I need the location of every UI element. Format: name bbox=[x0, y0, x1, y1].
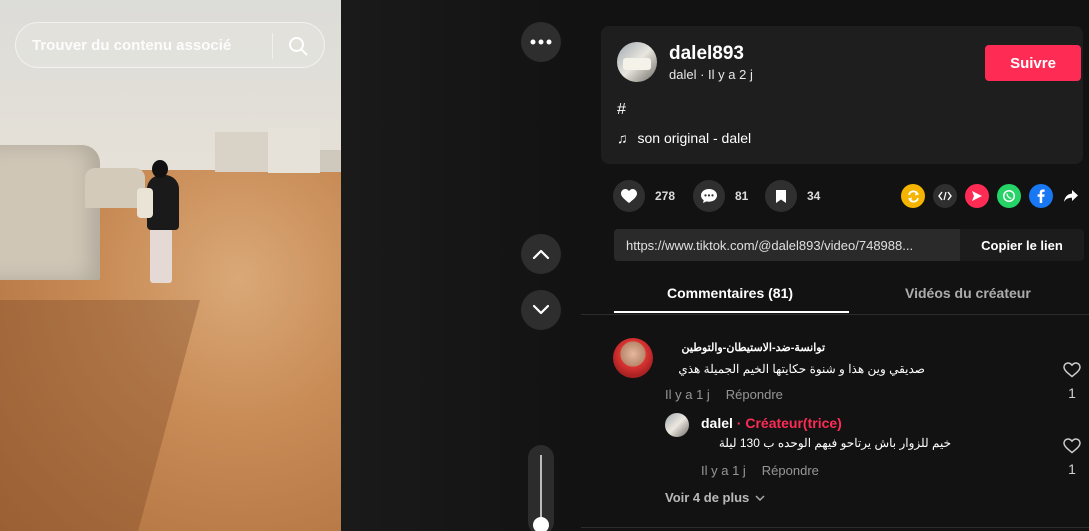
tab-comments[interactable]: Commentaires (81) bbox=[667, 285, 793, 301]
divider bbox=[581, 314, 1089, 315]
reply-author-name[interactable]: dalel bbox=[701, 415, 733, 431]
avatar[interactable] bbox=[617, 42, 657, 82]
video-tent bbox=[0, 145, 100, 280]
search-icon[interactable] bbox=[288, 36, 308, 56]
reply-like-count: 1 bbox=[1068, 461, 1076, 477]
volume-handle[interactable] bbox=[533, 517, 549, 531]
username[interactable]: dalel893 bbox=[669, 43, 744, 65]
send-icon[interactable] bbox=[965, 184, 989, 208]
active-tab-indicator bbox=[614, 311, 849, 313]
facebook-icon[interactable] bbox=[1029, 184, 1053, 208]
chevron-down-icon bbox=[532, 304, 550, 315]
divider bbox=[581, 527, 1089, 528]
reply-author[interactable]: dalel · Créateur(trice) bbox=[701, 415, 842, 431]
reply-button[interactable]: Répondre bbox=[726, 387, 783, 402]
like-action[interactable]: 278 bbox=[613, 180, 675, 212]
heart-outline-icon[interactable] bbox=[1063, 438, 1081, 454]
whatsapp-icon[interactable] bbox=[997, 184, 1021, 208]
video-person bbox=[150, 228, 172, 283]
search-input[interactable]: Trouver du contenu associé bbox=[32, 37, 231, 54]
details-panel: dalel893 dalel · Il y a 2 j Suivre # ♫ s… bbox=[581, 0, 1089, 531]
video-person bbox=[137, 188, 153, 218]
comment-count: 81 bbox=[735, 189, 749, 203]
copy-link-button[interactable]: Copier le lien bbox=[960, 229, 1084, 261]
comment-like[interactable]: 1 bbox=[1061, 362, 1083, 401]
nickname: dalel bbox=[669, 67, 697, 82]
save-count: 34 bbox=[807, 189, 821, 203]
tab-bar: Commentaires (81) Vidéos du créateur bbox=[614, 272, 1084, 313]
comment-icon[interactable] bbox=[693, 180, 725, 212]
chevron-down-icon bbox=[755, 494, 765, 501]
related-content-search[interactable]: Trouver du contenu associé bbox=[15, 22, 325, 68]
post-caption[interactable]: # bbox=[617, 101, 626, 119]
next-video-button[interactable] bbox=[521, 290, 561, 330]
meta-separator: · bbox=[700, 67, 709, 82]
heart-outline-icon[interactable] bbox=[1063, 362, 1081, 378]
video-person bbox=[152, 160, 168, 178]
avatar[interactable] bbox=[613, 338, 653, 378]
reply-text: خيم للزوار باش يرتاحو فيهم الوحده ب 130 … bbox=[718, 436, 951, 450]
reply-button[interactable]: Répondre bbox=[762, 463, 819, 478]
video-building bbox=[268, 128, 320, 173]
share-arrow-icon[interactable] bbox=[1059, 184, 1083, 208]
video-link-box: https://www.tiktok.com/@dalel893/video/7… bbox=[614, 229, 1084, 261]
avatar[interactable] bbox=[665, 413, 689, 437]
video-url[interactable]: https://www.tiktok.com/@dalel893/video/7… bbox=[626, 238, 960, 253]
comment-meta: Il y a 1 j Répondre bbox=[665, 387, 783, 402]
bookmark-icon[interactable] bbox=[765, 180, 797, 212]
reply-meta: Il y a 1 j Répondre bbox=[701, 463, 819, 478]
repost-icon[interactable] bbox=[901, 184, 925, 208]
reply-time: Il y a 1 j bbox=[701, 463, 746, 478]
chevron-up-icon bbox=[532, 249, 550, 260]
volume-slider[interactable] bbox=[528, 445, 554, 531]
see-more-replies-button[interactable]: Voir 4 de plus bbox=[665, 490, 765, 505]
like-count: 278 bbox=[655, 189, 676, 203]
video-building bbox=[215, 132, 270, 172]
comment-action[interactable]: 81 bbox=[693, 180, 748, 212]
more-options-button[interactable] bbox=[521, 22, 561, 62]
follow-button[interactable]: Suivre bbox=[985, 45, 1081, 81]
embed-icon[interactable] bbox=[933, 184, 957, 208]
search-divider bbox=[272, 33, 273, 59]
previous-video-button[interactable] bbox=[521, 234, 561, 274]
tab-creator-videos[interactable]: Vidéos du créateur bbox=[905, 285, 1031, 301]
video-controls bbox=[341, 0, 581, 531]
post-info-card: dalel893 dalel · Il y a 2 j Suivre # ♫ s… bbox=[601, 26, 1083, 164]
save-action[interactable]: 34 bbox=[765, 180, 820, 212]
comment-like-count: 1 bbox=[1068, 385, 1076, 401]
reply-like[interactable]: 1 bbox=[1061, 438, 1083, 477]
comment-time: Il y a 1 j bbox=[665, 387, 710, 402]
comment-text: صديقي وين هذا و شنوة حكايتها الخيم الجمي… bbox=[678, 362, 925, 376]
more-icon bbox=[530, 39, 552, 45]
video-tent bbox=[85, 168, 145, 208]
music-note-icon: ♫ bbox=[617, 130, 628, 146]
post-time: Il y a 2 j bbox=[708, 67, 753, 82]
video-player[interactable]: Trouver du contenu associé bbox=[0, 0, 341, 531]
creator-badge: · Créateur(trice) bbox=[736, 415, 842, 431]
post-meta: dalel · Il y a 2 j bbox=[669, 67, 753, 82]
video-building bbox=[320, 150, 341, 172]
music-title[interactable]: son original - dalel bbox=[638, 130, 752, 146]
see-more-label[interactable]: Voir 4 de plus bbox=[665, 490, 749, 505]
heart-icon[interactable] bbox=[613, 180, 645, 212]
music-link[interactable]: ♫ son original - dalel bbox=[617, 130, 751, 146]
comment-author[interactable]: توانسة-ضد-الاستيطان-والتوطين bbox=[665, 341, 825, 354]
volume-track bbox=[540, 455, 542, 525]
